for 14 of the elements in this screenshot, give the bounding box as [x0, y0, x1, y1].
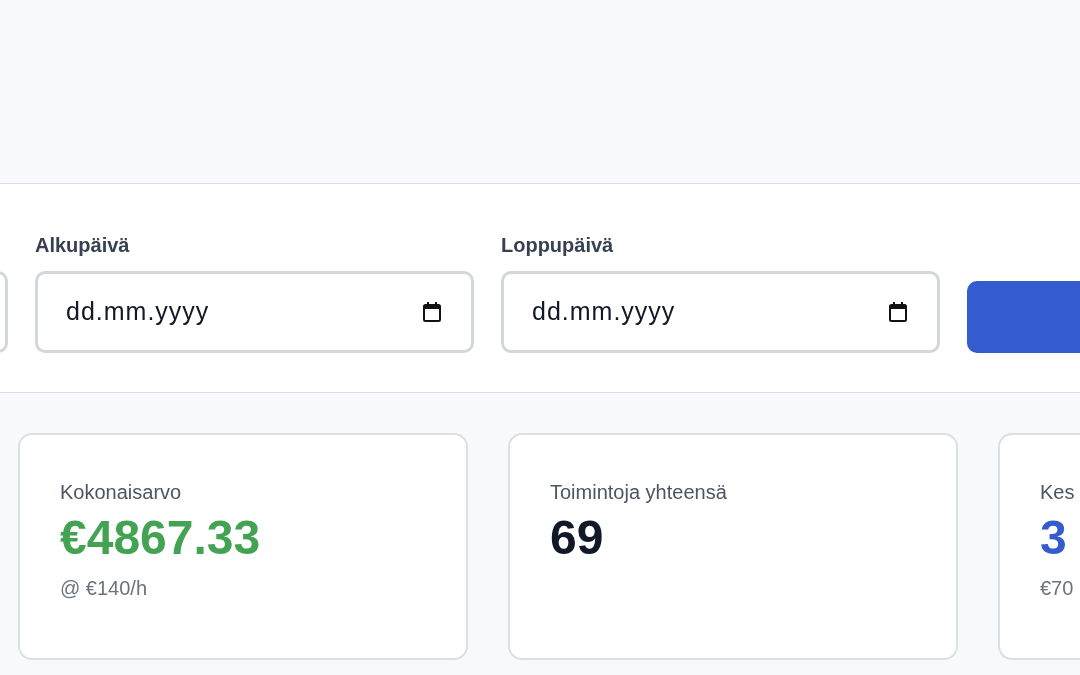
calendar-icon[interactable]	[421, 300, 443, 324]
date-field[interactable]: dd.mm.yyyy	[501, 271, 940, 353]
stat-value: 3	[1040, 510, 1068, 566]
stat-value: 69	[550, 510, 605, 566]
stat-note: €70	[1040, 576, 1075, 601]
stat-label: Kokonaisarvo	[60, 480, 183, 505]
date-field[interactable]: dd.mm.yyyy	[35, 271, 474, 353]
field-label: Alkupäivä	[35, 233, 131, 257]
field-label: Loppupäivä	[501, 233, 615, 257]
stat-note: @ €140/h	[60, 576, 149, 601]
calendar-icon[interactable]	[887, 300, 909, 324]
stat-label: Kes	[1040, 480, 1076, 505]
stat-value: €4867.33	[60, 510, 262, 566]
stat-label: Toimintoja yhteensä	[550, 480, 728, 505]
